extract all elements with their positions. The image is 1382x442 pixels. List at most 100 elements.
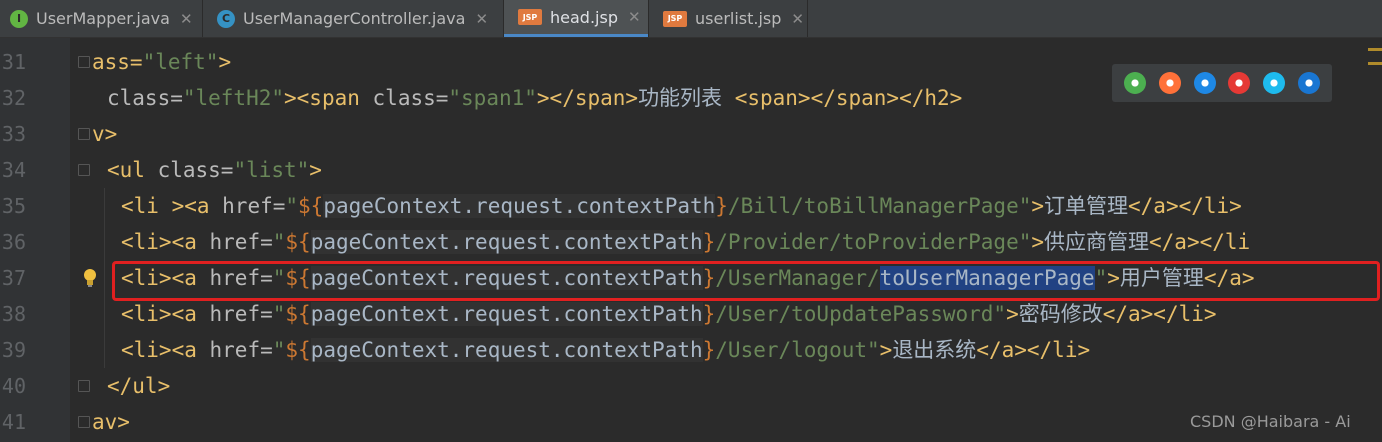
fold-marker-icon[interactable]	[78, 164, 90, 176]
code-token: 供应商管理	[1044, 230, 1150, 254]
tab-separator	[807, 0, 808, 37]
code-line[interactable]: 36 <li><a href="${pageContext.request.con…	[0, 224, 1382, 260]
code-token: href=	[209, 230, 273, 254]
code-token: >	[309, 158, 322, 182]
code-line[interactable]: 34 <ul class="list">	[0, 152, 1382, 188]
code-token: }	[702, 302, 716, 326]
code-token: pageContext.request.contextPath	[310, 230, 703, 254]
ie-icon[interactable]	[1262, 72, 1285, 94]
line-number: 37	[1, 266, 26, 290]
code-token: </a></li>	[1102, 302, 1217, 326]
code-text: <li><a href="${pageContext.request.conte…	[121, 296, 1217, 332]
code-token: }	[715, 194, 728, 218]
indent-guide	[104, 260, 105, 296]
code-token: ></span>	[536, 86, 639, 110]
code-token: "list"	[233, 158, 310, 182]
fold-marker-icon[interactable]	[78, 56, 90, 68]
code-token: pageContext.request.contextPath	[310, 302, 703, 326]
code-text: ass="left">	[92, 44, 231, 80]
line-number: 38	[1, 302, 26, 326]
edge-icon[interactable]	[1297, 72, 1320, 94]
tab-label: userlist.jsp	[695, 9, 782, 28]
code-token: >	[879, 338, 893, 362]
code-token: 订单管理	[1044, 194, 1129, 218]
tab-userlist-jsp[interactable]: JSP userlist.jsp ✕	[649, 0, 807, 37]
watermark: CSDN @Haibara - Ai	[1190, 412, 1351, 431]
code-token: <ul	[107, 158, 158, 182]
code-token: "	[272, 338, 286, 362]
close-icon[interactable]: ✕	[791, 10, 804, 28]
class-icon: C	[217, 9, 235, 28]
jsp-file-icon: JSP	[663, 10, 687, 27]
indent-guide	[104, 224, 105, 260]
code-token: href=	[209, 338, 273, 362]
indent-guide	[104, 332, 105, 368]
code-token: <li><a	[121, 230, 210, 254]
code-token: "	[272, 302, 286, 326]
code-token: }	[702, 338, 716, 362]
code-text: <li><a href="${pageContext.request.conte…	[121, 332, 1090, 368]
code-line[interactable]: 40 </ul>	[0, 368, 1382, 404]
line-number: 34	[1, 158, 26, 182]
close-icon[interactable]: ✕	[475, 10, 488, 28]
fold-marker-icon[interactable]	[78, 380, 90, 392]
code-token: pageContext.request.contextPath	[310, 338, 703, 362]
code-line[interactable]: 39 <li><a href="${pageContext.request.con…	[0, 332, 1382, 368]
code-token: </ul>	[107, 374, 171, 398]
code-token: ${	[285, 302, 311, 326]
tab-label: head.jsp	[550, 7, 618, 27]
line-number: 41	[1, 410, 26, 434]
tab-usermapper-java[interactable]: I UserMapper.java ✕	[0, 0, 202, 37]
tab-label: UserMapper.java	[36, 9, 170, 28]
lightbulb-icon[interactable]	[82, 268, 98, 288]
close-icon[interactable]: ✕	[628, 8, 641, 26]
code-line[interactable]: 35 <li ><a href="${pageContext.request.co…	[0, 188, 1382, 224]
code-token: >	[1031, 194, 1045, 218]
close-icon[interactable]: ✕	[180, 10, 193, 28]
fold-marker-icon[interactable]	[78, 416, 90, 428]
code-token: ${	[298, 194, 324, 218]
code-token: }	[702, 230, 716, 254]
line-number: 35	[1, 194, 26, 218]
code-text: <li ><a href="${pageContext.request.cont…	[121, 188, 1242, 224]
editor-tab-bar: I UserMapper.java ✕ C UserManagerController.…	[0, 0, 1382, 38]
opera-icon[interactable]	[1228, 72, 1251, 94]
code-token: <li><a	[121, 302, 210, 326]
code-token: href=	[209, 302, 273, 326]
code-token: href=	[222, 194, 286, 218]
code-token: ${	[285, 230, 311, 254]
code-line[interactable]: 38 <li><a href="${pageContext.request.con…	[0, 296, 1382, 332]
browser-preview-toolbar	[1112, 64, 1332, 102]
code-token: class=	[372, 86, 449, 110]
line-number: 40	[1, 374, 26, 398]
red-annotation-box	[112, 261, 1380, 301]
code-text: </ul>	[107, 368, 170, 404]
firefox-icon[interactable]	[1158, 72, 1181, 94]
line-number: 39	[1, 338, 26, 362]
safari-icon[interactable]	[1193, 72, 1216, 94]
code-token: /Bill/toBillManagerPage"	[727, 194, 1032, 218]
tab-head-jsp[interactable]: JSP head.jsp ✕	[504, 0, 648, 37]
code-line[interactable]: 33 v>	[0, 116, 1382, 152]
code-token: ><span	[284, 86, 373, 110]
line-number: 33	[1, 122, 26, 146]
tab-label: UserManagerController.java	[243, 9, 466, 28]
code-line[interactable]: 41 av>	[0, 404, 1382, 440]
tab-usermanagercontroller-java[interactable]: C UserManagerController.java ✕	[203, 0, 503, 37]
fold-marker-icon[interactable]	[78, 128, 90, 140]
chrome-icon[interactable]	[1124, 72, 1147, 94]
line-number: 32	[1, 86, 26, 110]
code-token: 退出系统	[892, 338, 977, 362]
code-token: /User/toUpdatePassword"	[715, 302, 1007, 326]
code-token: </a></li>	[1128, 194, 1242, 218]
code-token: "	[285, 194, 299, 218]
jsp-file-icon: JSP	[518, 9, 542, 25]
scrollbar-markers[interactable]	[1368, 44, 1382, 74]
indent-guide	[104, 296, 105, 332]
code-token: 密码修改	[1018, 302, 1103, 326]
code-token: 功能列表	[638, 86, 735, 110]
code-token: <span></span></h2>	[734, 86, 963, 110]
line-number: 36	[1, 230, 26, 254]
code-token: ${	[285, 338, 311, 362]
code-text: v>	[92, 116, 117, 152]
